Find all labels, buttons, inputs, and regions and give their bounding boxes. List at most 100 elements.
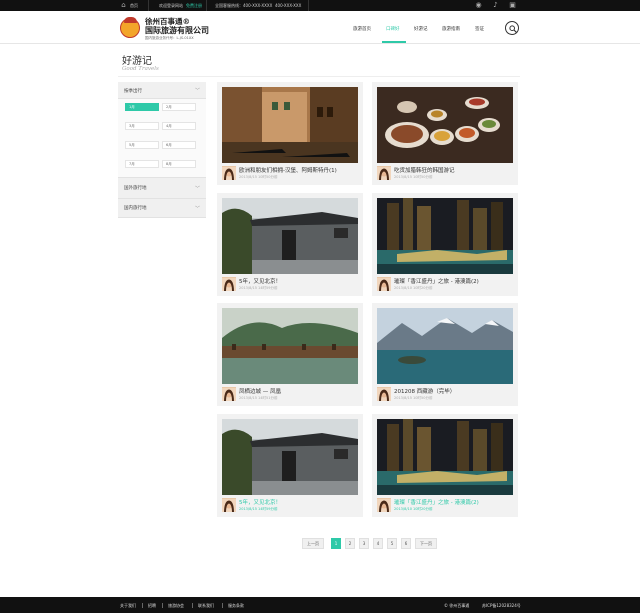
fenghuang-photo: [222, 308, 358, 384]
card-title[interactable]: 5年，又见北京！: [239, 277, 361, 285]
page-subtitle: Good Travels: [122, 66, 159, 72]
hongkong-night-photo: [377, 198, 513, 274]
avatar: [222, 498, 236, 512]
footer-link-jobs[interactable]: 招聘: [148, 603, 156, 609]
travel-card[interactable]: 5年，又见北京！ 2013/8/15 14时59分前: [217, 414, 363, 517]
icp-number: 苏ICP备12028324号: [482, 603, 521, 608]
page-button[interactable]: 3: [359, 538, 369, 549]
hongkong-night-photo: [377, 419, 513, 495]
sidebar-section-label: 按季出行: [124, 89, 142, 94]
venice-photo: [222, 87, 358, 163]
avatar: [222, 277, 236, 291]
travel-card[interactable]: 凤栖边城 — 凤凰 2013/8/15 14时51分前: [217, 303, 363, 406]
card-meta: 2013/8/10 10时20分前: [394, 507, 433, 511]
card-meta: 2013/8/15 10时50分前: [394, 396, 433, 400]
page-button[interactable]: 1: [331, 538, 341, 549]
page-button[interactable]: 4: [373, 538, 383, 549]
register-link[interactable]: 免费注册: [186, 3, 202, 9]
hotline-phone: 400-XXX-XXX: [275, 3, 302, 8]
card-meta: 2013/8/15 14时59分前: [239, 507, 278, 511]
month-3[interactable]: 3月: [125, 122, 159, 130]
logo-mascot-icon[interactable]: [120, 17, 140, 38]
beijing-hutong-photo: [222, 419, 358, 495]
card-title[interactable]: 璀璨「香江盛丹」之旅 - 港澳篇(2): [394, 498, 516, 506]
card-title[interactable]: 5年，又见北京！: [239, 498, 361, 506]
prev-page-button[interactable]: 上一页: [302, 538, 324, 549]
share-icon[interactable]: ▣: [509, 2, 516, 9]
chevron-down-icon: ﹀: [194, 206, 200, 212]
nav-guide[interactable]: 旅游指南: [442, 26, 460, 32]
page-button[interactable]: 6: [401, 538, 411, 549]
card-meta: 2013/8/15 14时51分前: [239, 396, 278, 400]
filter-sidebar: 按季出行 ﹀ 1月2月 3月4月 5月6月 7月8月 9月10月 11月12月 …: [118, 82, 206, 218]
korean-food-photo: [377, 87, 513, 163]
month-8[interactable]: 8月: [162, 160, 196, 168]
avatar: [377, 277, 391, 291]
month-2[interactable]: 2月: [162, 103, 196, 111]
card-title[interactable]: 欧洲和朋友们相拥-汉堡、阿姆斯特丹(1): [239, 166, 361, 174]
next-page-button[interactable]: 下一页: [415, 538, 437, 549]
card-title[interactable]: 吃货加腊韩狂的韩国游记: [394, 166, 516, 174]
page-title: 好游记: [122, 56, 152, 67]
card-meta: 2013/8/15 10时50分前: [394, 175, 433, 179]
login-link[interactable]: 欢迎登录网站: [159, 3, 183, 9]
month-5[interactable]: 5月: [125, 141, 159, 149]
site-footer: 关于我们 招聘 旅游协会 联系我们 服务条款 © 徐州百事通 苏ICP备1202…: [0, 597, 640, 613]
month-1[interactable]: 1月: [125, 103, 159, 111]
nav-travel-notes[interactable]: 好游记: [414, 26, 428, 32]
beijing-hutong-photo: [222, 198, 358, 274]
travel-card[interactable]: 5年，又见北京！ 2013/8/15 14时59分前: [217, 193, 363, 296]
sidebar-section-label: 国外旅行地: [124, 186, 147, 191]
avatar: [377, 498, 391, 512]
chevron-down-icon: ﹀: [194, 186, 200, 192]
copyright: © 徐州百事通: [444, 603, 470, 608]
month-7[interactable]: 7月: [125, 160, 159, 168]
chevron-down-icon: ﹀: [194, 88, 200, 94]
top-bar: ⌂ 首页 欢迎登录网站 免费注册 全国客服热线：400-XXX-XXXX 400…: [0, 0, 640, 11]
travel-card[interactable]: 201208 西藏游（完毕） 2013/8/15 10时50分前: [372, 303, 518, 406]
logo-name-line2[interactable]: 国际旅游有限公司: [145, 25, 209, 36]
month-6[interactable]: 6月: [162, 141, 196, 149]
travel-card[interactable]: 欧洲和朋友们相拥-汉堡、阿姆斯特丹(1) 2013/8/15 10时50分前: [217, 82, 363, 185]
page-button[interactable]: 2: [345, 538, 355, 549]
footer-link-about[interactable]: 关于我们: [120, 603, 136, 609]
divider: [118, 76, 520, 77]
search-button[interactable]: [505, 21, 519, 35]
nav-visa[interactable]: 签证: [475, 26, 484, 32]
home-icon[interactable]: ⌂: [120, 2, 127, 9]
month-list: 1月2月 3月4月 5月6月 7月8月 9月10月 11月12月: [118, 99, 206, 206]
card-title[interactable]: 璀璨「香江盛丹」之旅 - 港澳篇(2): [394, 277, 516, 285]
nav-home[interactable]: 旅游首页: [353, 26, 371, 32]
search-icon: [508, 24, 517, 33]
card-title[interactable]: 201208 西藏游（完毕）: [394, 387, 516, 395]
card-meta: 2013/8/10 10时20分前: [394, 286, 433, 290]
page-button[interactable]: 5: [387, 538, 397, 549]
sidebar-section-season[interactable]: 按季出行 ﹀: [118, 82, 206, 99]
travel-card[interactable]: 璀璨「香江盛丹」之旅 - 港澳篇(2) 2013/8/10 10时20分前: [372, 193, 518, 296]
footer-link-terms[interactable]: 服务条款: [228, 603, 244, 609]
nav-reputation[interactable]: 口碑好: [386, 26, 400, 32]
month-4[interactable]: 4月: [162, 122, 196, 130]
avatar: [222, 166, 236, 180]
avatar: [377, 387, 391, 401]
avatar: [222, 387, 236, 401]
site-header: [0, 11, 640, 44]
topbar-brand[interactable]: 首页: [130, 3, 138, 9]
bell-icon[interactable]: ♪: [492, 2, 499, 9]
avatar: [377, 166, 391, 180]
footer-link-association[interactable]: 旅游协会: [168, 603, 184, 609]
card-title[interactable]: 凤栖边城 — 凤凰: [239, 387, 361, 395]
travel-card[interactable]: 璀璨「香江盛丹」之旅 - 港澳篇(2) 2013/8/10 10时20分前: [372, 414, 518, 517]
footer-link-contact[interactable]: 联系我们: [198, 603, 214, 609]
travel-card[interactable]: 吃货加腊韩狂的韩国游记 2013/8/15 10时50分前: [372, 82, 518, 185]
card-meta: 2013/8/15 14时59分前: [239, 286, 278, 290]
tibet-lake-photo: [377, 308, 513, 384]
weibo-icon[interactable]: ◉: [475, 2, 482, 9]
logo-license: 国内旅游业务代号：L-JS-01XX: [145, 36, 194, 40]
nav-active-indicator: [382, 41, 406, 43]
sidebar-section-label: 国内旅行地: [124, 206, 147, 211]
sidebar-section-abroad[interactable]: 国外旅行地 ﹀: [118, 178, 206, 199]
hotline-text: 全国客服热线：400-XXX-XXXX: [215, 3, 273, 8]
card-meta: 2013/8/15 10时50分前: [239, 175, 278, 179]
sidebar-section-domestic[interactable]: 国内旅行地 ﹀: [118, 199, 206, 218]
